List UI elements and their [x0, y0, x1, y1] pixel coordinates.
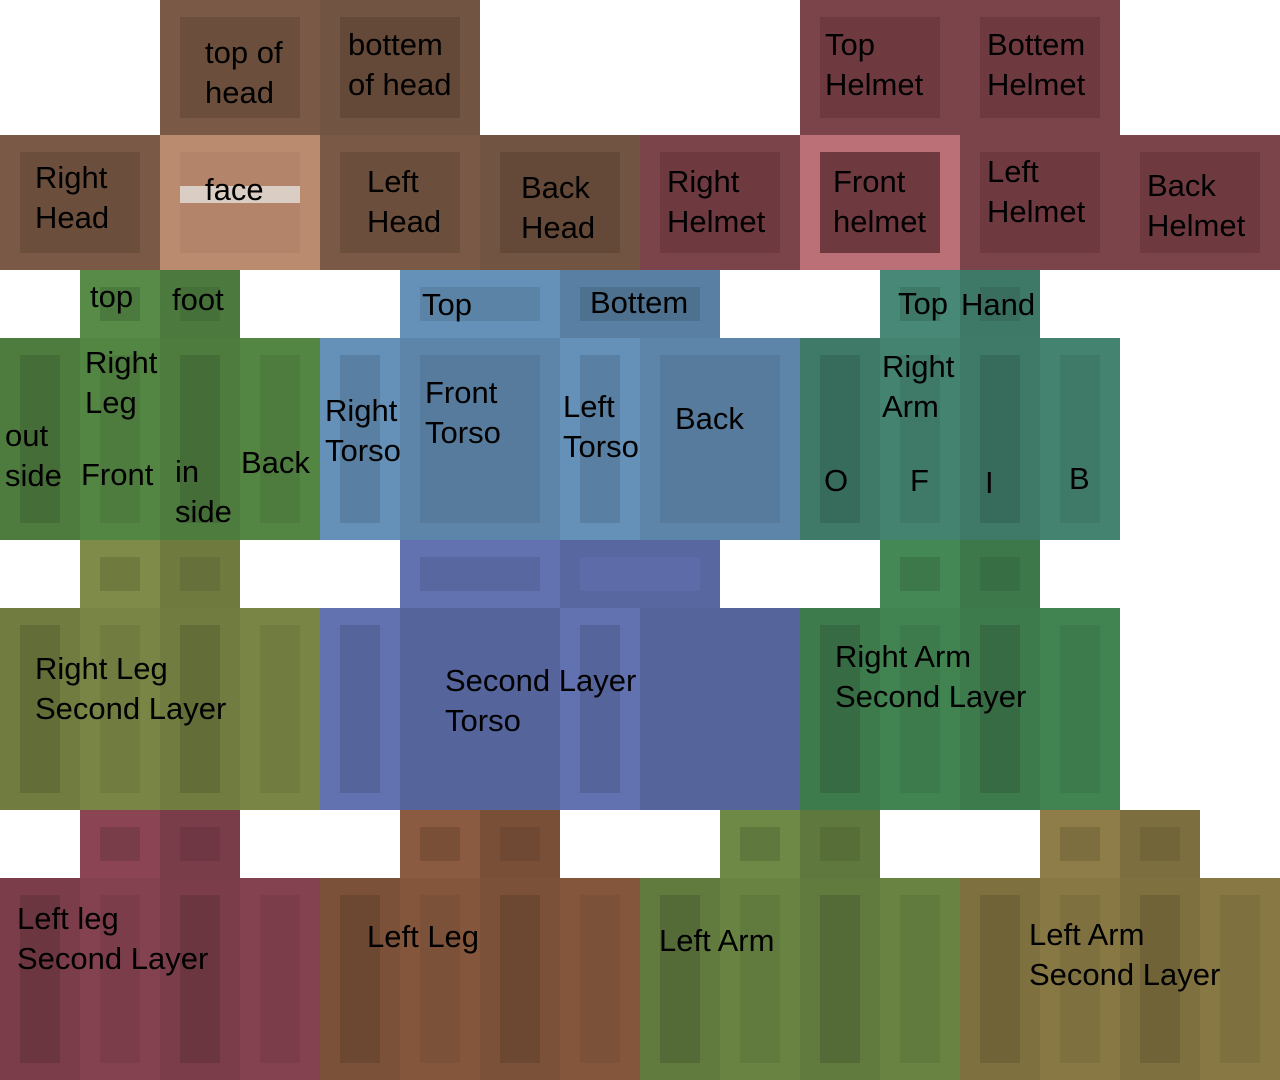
label-leg-top: top — [90, 279, 134, 314]
label-face: face — [205, 172, 264, 207]
label-right-leg-2: Right Leg Second Layer — [35, 651, 227, 726]
label-torso-bottom: Bottem — [590, 285, 689, 320]
left-leg-2-bottom — [160, 810, 240, 878]
label-inside: in side — [175, 454, 232, 529]
label-torso-2: Second Layer Torso — [445, 663, 637, 738]
left-arm-2-bottom — [1120, 810, 1200, 878]
left-leg-outside — [320, 878, 400, 1080]
label-back: Back — [241, 445, 310, 480]
label-arm-i: I — [985, 465, 994, 500]
right-arm-2-bottom-inner — [980, 557, 1020, 591]
right-arm-back — [1040, 338, 1120, 540]
label-right-arm-2: Right Arm Second Layer — [835, 639, 1027, 714]
label-right-arm: Right Arm — [882, 349, 955, 424]
label-left-leg-2: Left leg Second Layer — [17, 901, 209, 976]
left-arm-2-outside — [960, 878, 1040, 1080]
torso2-back — [640, 608, 800, 810]
label-arm-top: Top — [898, 286, 948, 321]
left-leg-top-inner — [420, 827, 460, 861]
label-back-head: Back Head — [521, 170, 596, 245]
left-leg-inside — [480, 878, 560, 1080]
label-arm-hand: Hand — [961, 287, 1036, 322]
label-left-arm: Left Arm — [659, 923, 775, 958]
left-leg-2-bottom-inner — [180, 827, 220, 861]
label-right-helmet: Right Helmet — [667, 164, 766, 239]
label-back-helmet: Back Helmet — [1147, 168, 1246, 243]
right-arm-2-bottom — [960, 540, 1040, 608]
label-left-arm-2: Left Arm Second Layer — [1029, 917, 1221, 992]
left-arm-2-bottom-inner — [1140, 827, 1180, 861]
left-arm-2-back-inner — [1220, 895, 1260, 1063]
label-left-leg: Left Leg — [367, 919, 480, 954]
left-arm-inside — [800, 878, 880, 1080]
left-arm-back-inner — [900, 895, 940, 1063]
label-front-torso: Front Torso — [425, 375, 501, 450]
left-leg-2-top-inner — [100, 827, 140, 861]
torso2-bottom-inner — [580, 557, 700, 591]
label-bottom-helmet: Bottem Helmet — [987, 27, 1086, 102]
right-leg-2-back — [240, 608, 320, 810]
right-leg-back — [240, 338, 320, 540]
left-leg-bottom — [480, 810, 560, 878]
left-leg-2-top — [80, 810, 160, 878]
left-arm-bottom-inner — [820, 827, 860, 861]
label-outside: out side — [5, 418, 62, 493]
label-leg-foot: foot — [172, 282, 224, 317]
label-bottom-of-head: bottem of head — [348, 27, 452, 102]
label-arm-o: O — [824, 463, 849, 498]
torso2-top-inner — [420, 557, 540, 591]
right-leg-2-top — [80, 540, 160, 608]
left-arm-2-outside-inner — [980, 895, 1020, 1063]
left-arm-bottom — [800, 810, 880, 878]
label-front-helmet: Front helmet — [833, 164, 927, 239]
right-arm-outside — [800, 338, 880, 540]
label-right-leg: Right Leg — [85, 345, 158, 420]
left-leg-back-inner — [580, 895, 620, 1063]
label-left-helmet: Left Helmet — [987, 154, 1086, 229]
label-right-head: Right Head — [35, 160, 110, 235]
label-front: Front — [81, 457, 154, 492]
right-arm-2-top-inner — [900, 557, 940, 591]
left-arm-outside — [640, 878, 720, 1080]
right-arm-inside — [960, 338, 1040, 540]
right-leg-2-bottom-inner — [180, 557, 220, 591]
left-arm-2-top — [1040, 810, 1120, 878]
label-torso-back: Back — [675, 401, 744, 436]
label-arm-b: B — [1069, 461, 1090, 496]
right-arm-2-back — [1040, 608, 1120, 810]
torso2-bottom — [560, 540, 720, 608]
left-leg-2-back — [240, 878, 320, 1080]
torso-back — [640, 338, 800, 540]
left-leg-bottom-inner — [500, 827, 540, 861]
left-leg-top — [400, 810, 480, 878]
label-torso-top: Top — [422, 287, 472, 322]
right-arm-2-top — [880, 540, 960, 608]
left-arm-back — [880, 878, 960, 1080]
left-arm-2-top-inner — [1060, 827, 1100, 861]
right-leg-back-inner — [260, 355, 300, 523]
left-arm-top — [720, 810, 800, 878]
right-leg-2-back-inner — [260, 625, 300, 793]
right-leg-2-bottom — [160, 540, 240, 608]
label-right-torso: Right Torso — [325, 393, 401, 468]
torso2-right — [320, 608, 400, 810]
torso2-right-inner — [340, 625, 380, 793]
label-left-head: Left Head — [367, 164, 442, 239]
label-arm-f: F — [910, 463, 929, 498]
label-left-torso: Left Torso — [563, 389, 639, 464]
left-leg-2-back-inner — [260, 895, 300, 1063]
left-leg-front — [400, 878, 480, 1080]
torso2-top — [400, 540, 560, 608]
right-arm-2-back-inner — [1060, 625, 1100, 793]
right-leg-2-top-inner — [100, 557, 140, 591]
left-arm-front — [720, 878, 800, 1080]
label-top-helmet: Top Helmet — [825, 27, 924, 102]
left-arm-top-inner — [740, 827, 780, 861]
left-arm-inside-inner — [820, 895, 860, 1063]
left-leg-back — [560, 878, 640, 1080]
label-top-of-head: top of head — [205, 35, 283, 110]
left-leg-inside-inner — [500, 895, 540, 1063]
torso-back-inner — [660, 355, 780, 523]
